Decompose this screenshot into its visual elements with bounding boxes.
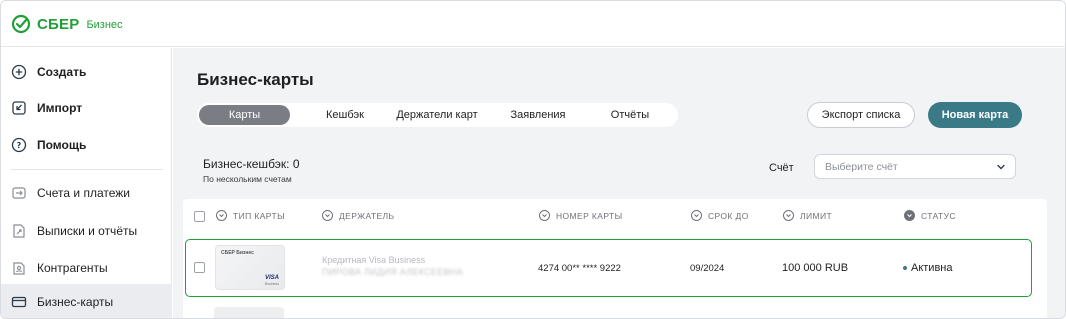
page-title: Бизнес-карты bbox=[197, 70, 314, 89]
column-label: Номер карты bbox=[556, 210, 623, 221]
sidebar-item-help[interactable]: ? Помощь bbox=[1, 127, 172, 163]
brand-sub: Бизнес bbox=[86, 19, 123, 31]
export-list-button[interactable]: Экспорт списка bbox=[807, 102, 915, 128]
app-window: СБЕР Бизнес Создать Импорт ? Помощь Счет… bbox=[0, 0, 1066, 319]
brand-name: СБЕР bbox=[37, 15, 80, 33]
card-bank-logo: СБЕР Бизнес bbox=[221, 250, 254, 256]
status-label: Активна bbox=[911, 262, 953, 274]
tab-applications[interactable]: Заявления bbox=[503, 105, 573, 125]
column-header-number[interactable]: Номер карты bbox=[539, 210, 623, 221]
contractors-icon bbox=[11, 260, 27, 276]
column-label: Держатель bbox=[339, 210, 395, 221]
sidebar-item-business-cards[interactable]: Бизнес-карты bbox=[1, 284, 172, 318]
sidebar-item-reports[interactable]: Выписки и отчёты bbox=[1, 213, 172, 249]
tab-cashback[interactable]: Кешбэк bbox=[317, 105, 373, 125]
main-content: Бизнес-карты Карты Кешбэк Держатели карт… bbox=[173, 48, 1065, 318]
brand-logo[interactable]: СБЕР Бизнес bbox=[11, 14, 123, 34]
sidebar-item-payments[interactable]: Счета и платежи bbox=[1, 175, 172, 211]
sidebar-item-create[interactable]: Создать bbox=[1, 54, 172, 90]
sort-chevron-icon bbox=[539, 210, 550, 221]
visa-logo-sub: Business bbox=[264, 282, 279, 286]
sidebar-item-import[interactable]: Импорт bbox=[1, 90, 172, 126]
sort-chevron-icon bbox=[216, 210, 227, 221]
sidebar-item-label: Помощь bbox=[37, 138, 87, 152]
column-header-status[interactable]: Статус bbox=[904, 210, 956, 221]
column-label: Тип карты bbox=[233, 210, 285, 221]
card-type: Кредитная Visa Business bbox=[322, 255, 426, 265]
card-icon bbox=[11, 294, 27, 310]
sidebar-item-label: Контрагенты bbox=[37, 261, 108, 275]
tab-cards[interactable]: Карты bbox=[199, 105, 290, 125]
card-holder: ПИРОВА ЛИДИЯ АЛЕКСЕЕВНА bbox=[322, 267, 464, 277]
visa-logo: VISA bbox=[264, 275, 279, 281]
column-label: Статус bbox=[921, 210, 956, 221]
sort-chevron-icon bbox=[783, 210, 794, 221]
column-header-expiry[interactable]: Срок до bbox=[691, 210, 749, 221]
svg-text:?: ? bbox=[17, 141, 22, 150]
tab-bar: Карты Кешбэк Держатели карт Заявления От… bbox=[197, 103, 678, 127]
next-card-thumbnail bbox=[214, 307, 284, 318]
sort-chevron-icon bbox=[691, 210, 702, 221]
column-label: Срок до bbox=[708, 210, 749, 221]
top-bar: СБЕР Бизнес bbox=[1, 1, 1065, 47]
cashback-subtitle: По нескольким счетам bbox=[203, 174, 292, 184]
card-number: 4274 00** **** 9222 bbox=[538, 263, 621, 274]
column-label: Лимит bbox=[800, 210, 833, 221]
sidebar-item-label: Бизнес-карты bbox=[37, 295, 114, 309]
sidebar-item-label: Счета и платежи bbox=[37, 186, 131, 200]
table-row[interactable]: СБЕР Бизнес VISA Business Кредитная Visa… bbox=[185, 239, 1032, 297]
sidebar-item-label: Создать bbox=[37, 65, 87, 79]
card-limit: 100 000 RUB bbox=[782, 262, 849, 274]
table-header: Тип карты Держатель Номер карты Срок до … bbox=[183, 199, 1047, 233]
sber-logo-icon bbox=[11, 14, 31, 34]
column-header-type[interactable]: Тип карты bbox=[216, 210, 285, 221]
chevron-down-icon bbox=[997, 164, 1005, 170]
sort-chevron-icon bbox=[322, 210, 333, 221]
sidebar-divider bbox=[11, 169, 163, 170]
account-select-placeholder: Выберите счёт bbox=[825, 160, 898, 173]
plus-circle-icon bbox=[11, 64, 27, 80]
select-all-checkbox[interactable] bbox=[194, 211, 205, 222]
new-card-button[interactable]: Новая карта bbox=[928, 102, 1022, 128]
sidebar: Создать Импорт ? Помощь Счета и платежи bbox=[1, 48, 172, 318]
account-label: Счёт bbox=[769, 162, 794, 174]
card-expiry: 09/2024 bbox=[690, 263, 725, 274]
cards-table: Тип карты Держатель Номер карты Срок до … bbox=[183, 199, 1047, 318]
status-badge: Активна bbox=[903, 262, 953, 274]
payments-icon bbox=[11, 185, 27, 201]
reports-icon bbox=[11, 223, 27, 239]
column-header-holder[interactable]: Держатель bbox=[322, 210, 394, 221]
card-thumbnail: СБЕР Бизнес VISA Business bbox=[215, 245, 285, 290]
sidebar-item-label: Выписки и отчёты bbox=[37, 224, 138, 238]
column-header-limit[interactable]: Лимит bbox=[783, 210, 832, 221]
sort-chevron-icon bbox=[904, 210, 915, 221]
account-select[interactable]: Выберите счёт bbox=[814, 154, 1016, 179]
help-icon: ? bbox=[11, 137, 27, 153]
tab-reports[interactable]: Отчёты bbox=[600, 105, 660, 125]
tab-cardholders[interactable]: Держатели карт bbox=[392, 105, 482, 125]
row-checkbox[interactable] bbox=[194, 262, 205, 273]
status-dot-icon bbox=[903, 266, 907, 270]
import-icon bbox=[11, 100, 27, 116]
cashback-total: Бизнес-кешбэк: 0 bbox=[203, 157, 300, 171]
sidebar-item-label: Импорт bbox=[37, 101, 83, 115]
sidebar-item-contractors[interactable]: Контрагенты bbox=[1, 250, 172, 286]
